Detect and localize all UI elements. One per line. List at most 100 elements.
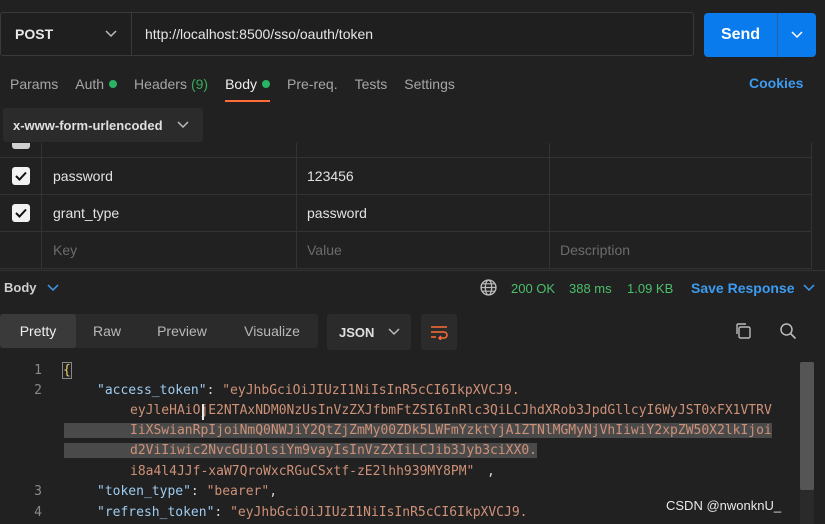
json-string: "bearer": [206, 484, 270, 499]
value-placeholder[interactable]: Value: [297, 232, 550, 268]
response-header: Body 200 OK 388 ms 1.09 KB Save Response: [0, 270, 825, 304]
request-tabs: Params Auth Headers (9) Body Pre-req. Tes…: [10, 74, 472, 102]
selection-highlight: IiXSwianRpIjoiNmQ0NWJiY2QtZjZmMy00ZDk5LW…: [64, 423, 772, 438]
table-row-new: Key Value Description: [0, 232, 812, 269]
chevron-down-icon: [388, 328, 400, 336]
description-cell[interactable]: [550, 195, 812, 231]
wrap-lines-button[interactable]: [421, 314, 457, 350]
response-time[interactable]: 388 ms: [569, 281, 612, 296]
tab-raw[interactable]: Raw: [76, 314, 138, 348]
active-dot-icon: [109, 80, 118, 88]
tab-label: Settings: [404, 76, 455, 92]
response-body-label[interactable]: Body: [4, 280, 37, 295]
cookies-link[interactable]: Cookies: [749, 75, 803, 91]
save-response-button[interactable]: Save Response: [691, 280, 815, 296]
text-cursor: [202, 404, 204, 420]
code-line-token-type: "token_type": "bearer",: [97, 484, 278, 499]
tab-label: Headers: [134, 76, 187, 92]
tab-label: Tests: [354, 76, 388, 92]
active-dot-icon: [262, 80, 271, 88]
description-placeholder[interactable]: Description: [550, 232, 812, 268]
table-row: [0, 143, 812, 158]
tab-params[interactable]: Params: [10, 74, 58, 94]
url-text: http://localhost:8500/sso/oauth/token: [145, 26, 374, 42]
line-number: 1: [34, 363, 42, 378]
tab-label: Body: [225, 76, 258, 92]
tab-settings[interactable]: Settings: [404, 74, 455, 94]
tab-count: (9): [190, 76, 209, 92]
json-string: "eyJhbGciOiJIUzI1NiIsInR5cCI6IkpXVCJ9.: [222, 383, 520, 398]
copy-icon[interactable]: [734, 322, 752, 340]
body-type-select[interactable]: x-www-form-urlencoded: [3, 108, 203, 142]
json-key: "token_type": [97, 484, 191, 499]
tab-auth[interactable]: Auth: [75, 74, 118, 94]
chevron-down-icon: [791, 31, 803, 39]
tab-pre-request[interactable]: Pre-req.: [287, 74, 338, 94]
status-badge[interactable]: 200 OK: [511, 281, 555, 296]
value-cell[interactable]: password: [297, 195, 550, 231]
chevron-down-icon: [105, 30, 117, 38]
send-button[interactable]: Send: [704, 13, 778, 57]
checkmark-icon: [14, 208, 27, 218]
json-string: "eyJhbGciOiJIUzI1NiIsInR5cCI6IkpXVCJ9.: [230, 505, 528, 520]
vertical-scrollbar[interactable]: [800, 362, 814, 524]
response-size[interactable]: 1.09 KB: [627, 281, 673, 296]
open-brace: {: [62, 362, 72, 379]
value-cell[interactable]: [297, 143, 550, 157]
checkbox[interactable]: [11, 143, 30, 149]
selection-highlight: d2ViIiwic2NvcGUiOlsiYm9vayIsInVzZXIiLCJi…: [64, 443, 537, 458]
checkmark-icon: [14, 171, 27, 181]
checkbox-cell: [0, 143, 42, 157]
key-cell[interactable]: password: [42, 158, 297, 194]
checkbox-cell: [0, 195, 42, 231]
chevron-down-icon: [176, 121, 189, 129]
checkbox-cell: [0, 232, 42, 268]
search-icon[interactable]: [779, 322, 797, 340]
scrollbar-thumb[interactable]: [800, 362, 814, 490]
json-string: eyJleHAiOjE2NTAxNDM0NzUsInVzZXJfbmFtZSI6…: [130, 403, 772, 418]
tab-label: Pre-req.: [287, 76, 338, 92]
chevron-down-icon: [802, 284, 815, 292]
checkbox[interactable]: [11, 167, 30, 185]
json-string-part: eyJleHAiOjE2NTAxNDM0NzUsInVzZXJfbmFtZSI6…: [130, 403, 772, 418]
save-response-label: Save Response: [691, 280, 795, 296]
line-number: 2: [34, 383, 42, 398]
format-select[interactable]: JSON: [327, 314, 411, 350]
chevron-down-icon[interactable]: [46, 283, 59, 292]
request-url-bar: POST http://localhost:8500/sso/oauth/tok…: [0, 12, 694, 56]
send-options-button[interactable]: [778, 13, 816, 57]
json-string: IiXSwianRpIjoiNmQ0NWJiY2QtZjZmMy00ZDk5LW…: [64, 423, 772, 438]
body-type-label: x-www-form-urlencoded: [13, 117, 163, 133]
url-input[interactable]: http://localhost:8500/sso/oauth/token: [132, 13, 693, 55]
line-number: 3: [34, 484, 42, 499]
tab-label: Auth: [75, 76, 105, 92]
format-label: JSON: [339, 324, 375, 340]
send-button-group: Send: [704, 13, 816, 57]
key-placeholder[interactable]: Key: [42, 232, 297, 268]
json-string: i8a4l4JJf-xaW7QroWxcRGuCSxtf-zE2lhh939MY…: [130, 464, 475, 479]
description-cell[interactable]: [550, 158, 812, 194]
tab-pretty[interactable]: Pretty: [0, 314, 76, 348]
tab-tests[interactable]: Tests: [355, 74, 388, 94]
line-number: 4: [34, 505, 42, 520]
json-key: "access_token": [97, 383, 207, 398]
tab-headers[interactable]: Headers (9): [134, 74, 208, 94]
globe-icon[interactable]: [480, 279, 497, 296]
description-cell[interactable]: [550, 143, 812, 157]
method-select[interactable]: POST: [1, 13, 132, 55]
json-key: "refresh_token": [97, 505, 215, 520]
comma: ,: [487, 464, 495, 479]
checkbox-cell: [0, 158, 42, 194]
key-cell[interactable]: grant_type: [42, 195, 297, 231]
json-string: d2ViIiwic2NvcGUiOlsiYm9vayIsInVzZXIiLCJi…: [64, 443, 537, 458]
tab-label: Params: [10, 76, 59, 92]
tab-visualize[interactable]: Visualize: [226, 314, 318, 348]
key-cell[interactable]: [42, 143, 297, 157]
tab-preview[interactable]: Preview: [138, 314, 226, 348]
value-cell[interactable]: 123456: [297, 158, 550, 194]
watermark-text: CSDN @nwonknU_: [666, 498, 782, 513]
code-line-access-token: "access_token": "eyJhbGciOiJIUzI1NiIsInR…: [97, 383, 520, 398]
tab-body[interactable]: Body: [225, 74, 271, 102]
params-table: password 123456 grant_type password Key …: [0, 143, 812, 269]
checkbox[interactable]: [11, 204, 30, 222]
